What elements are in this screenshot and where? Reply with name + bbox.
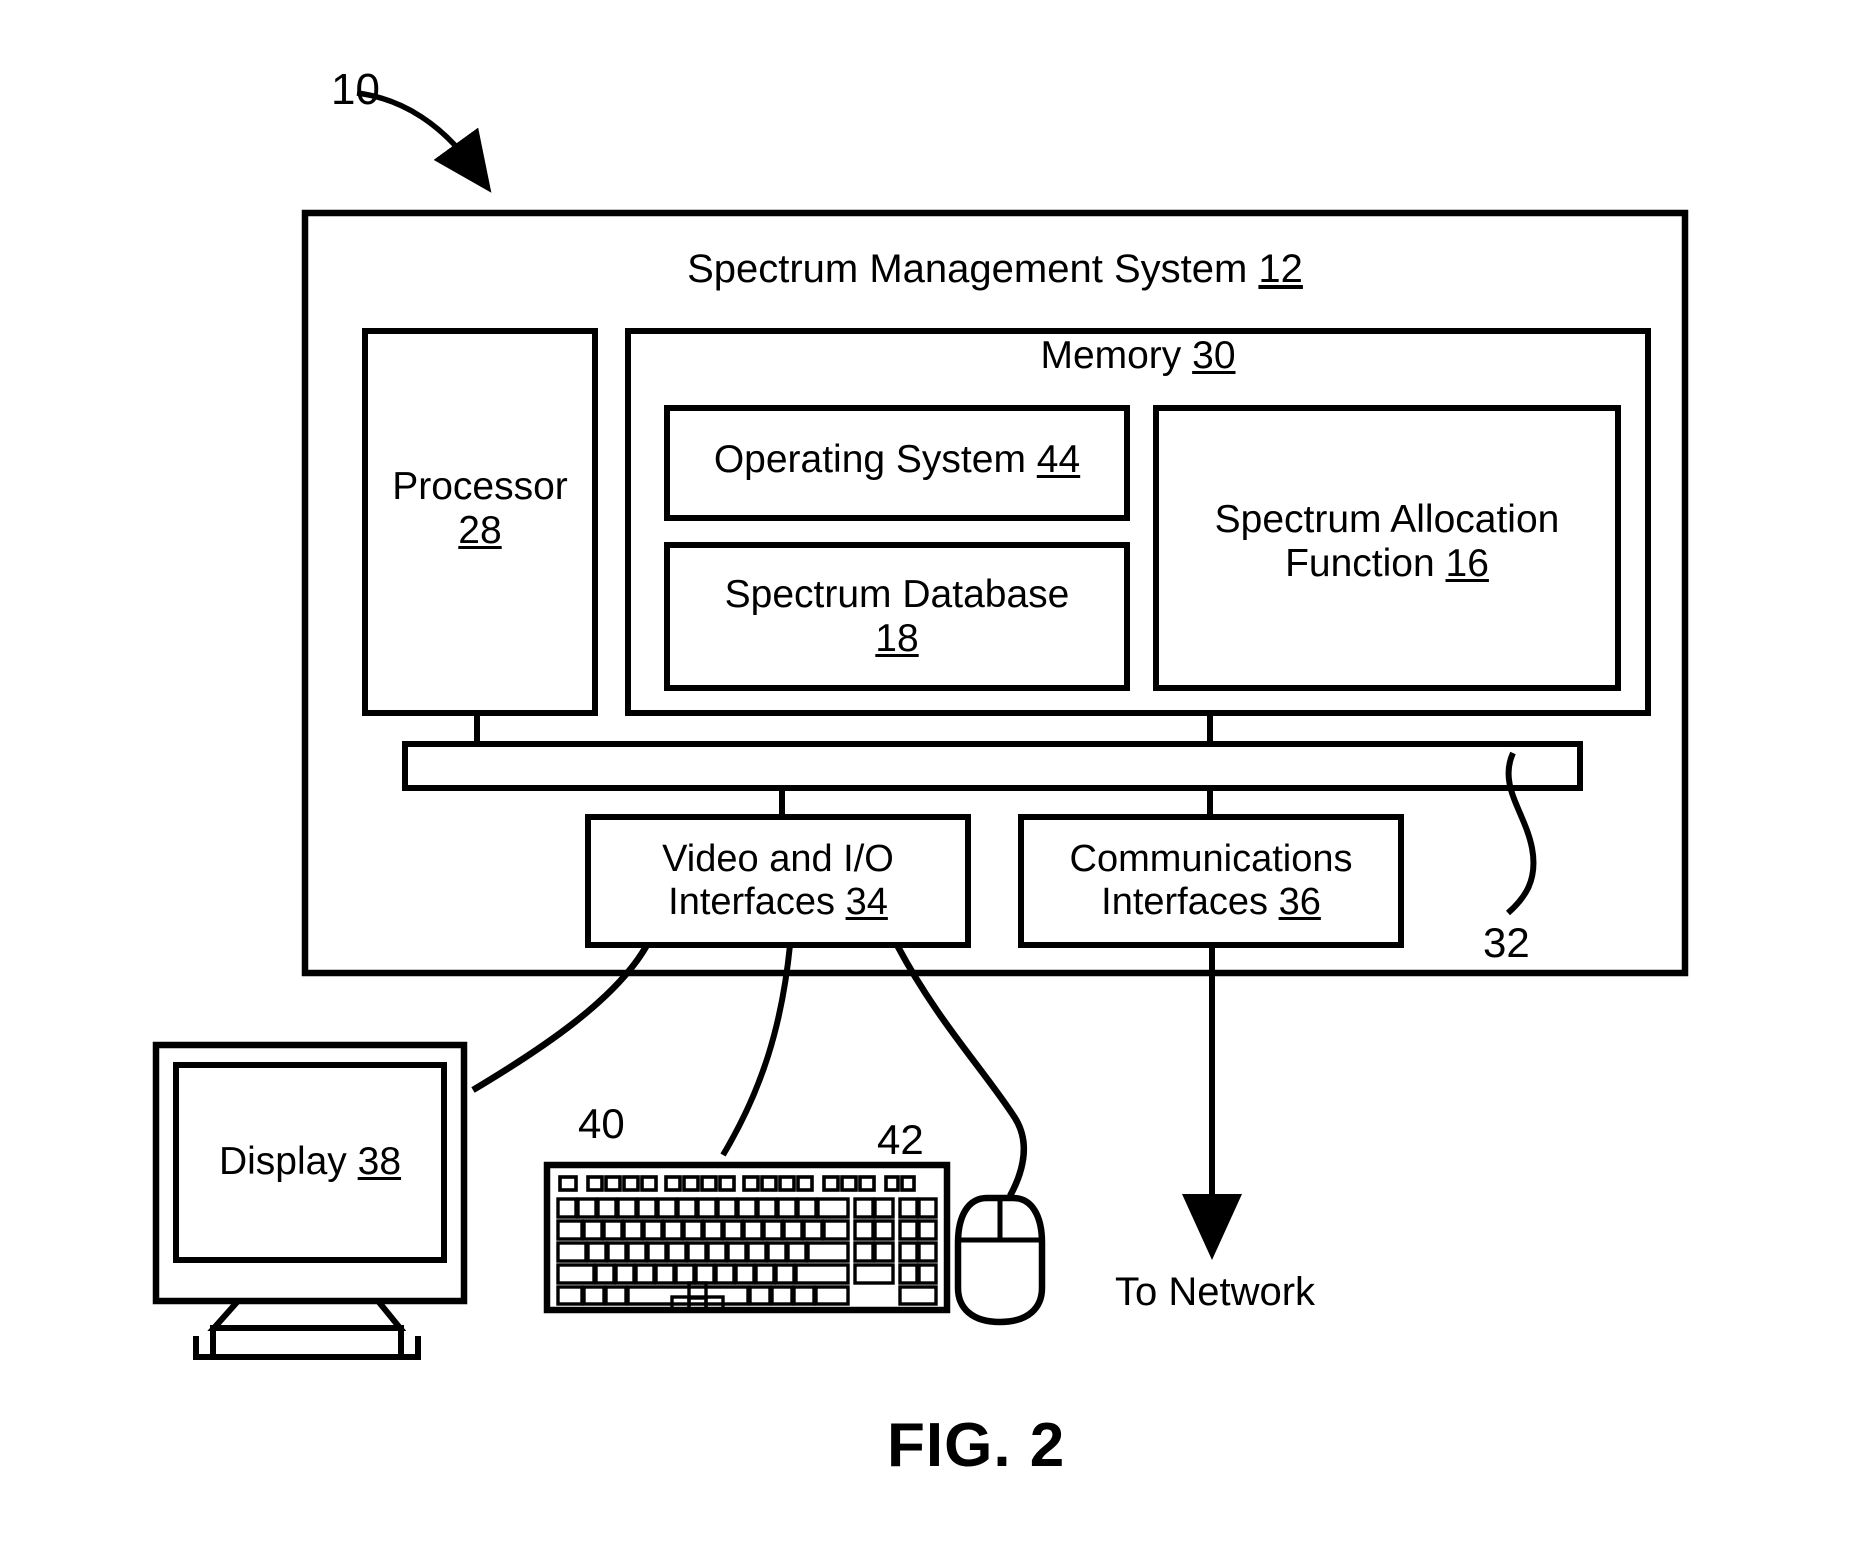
spectrum-allocation-ref: 16 [1445, 542, 1489, 586]
processor-label: Processor 28 [365, 465, 595, 554]
system-bus [402, 741, 1583, 791]
operating-system-label: Operating System 44 [667, 438, 1127, 482]
video-io-line1: Video and I/O [662, 838, 894, 880]
memory-title: Memory 30 [628, 334, 1648, 378]
keyboard-reference-40: 40 [578, 1100, 625, 1147]
operating-system-text: Operating System [713, 438, 1026, 481]
display-label: Display 38 [176, 1140, 444, 1184]
video-io-line2: Interfaces [668, 881, 836, 924]
figure-caption: FIG. 2 [887, 1411, 1066, 1480]
bus-reference-32: 32 [1483, 919, 1530, 966]
cable-keyboard [720, 944, 793, 1157]
display-label-text: Display [218, 1140, 347, 1183]
figure-linework [152, 90, 1689, 1360]
keyboard-numpad [898, 1197, 938, 1306]
system-title: Spectrum Management System 12 [305, 247, 1685, 293]
spectrum-database-label: Spectrum Database 18 [667, 573, 1127, 662]
video-io-ref: 34 [845, 881, 888, 924]
operating-system-ref: 44 [1036, 438, 1081, 481]
patent-figure: 10 Spectrum Management System 12 Process… [0, 0, 1849, 1551]
cable-display [471, 943, 650, 1093]
spectrum-database-text: Spectrum Database [724, 573, 1070, 616]
processor-ref: 28 [458, 509, 502, 553]
video-io-interfaces-label: Video and I/O Interfaces 34 [588, 838, 968, 925]
display-neck [207, 1299, 407, 1331]
processor-label-text: Processor [392, 465, 568, 508]
mouse-reference-42: 42 [877, 1116, 924, 1163]
communications-line1: Communications [1069, 838, 1353, 880]
system-title-ref: 12 [1258, 247, 1303, 291]
reference-10: 10 [331, 65, 380, 114]
communications-line2: Interfaces [1101, 881, 1269, 924]
reference-32-leader [1505, 751, 1537, 916]
display-ref: 38 [357, 1140, 402, 1183]
display-base-upper [210, 1325, 404, 1360]
to-network-label: To Network [1114, 1270, 1316, 1314]
display-base-flare [193, 1336, 421, 1360]
spectrum-allocation-line2: Function [1285, 542, 1435, 586]
spectrum-allocation-line1: Spectrum Allocation [1214, 498, 1560, 541]
communications-interfaces-label: Communications Interfaces 36 [1021, 838, 1401, 925]
communications-ref: 36 [1278, 881, 1321, 924]
spectrum-database-ref: 18 [875, 617, 919, 661]
spectrum-allocation-function-label: Spectrum Allocation Function 16 [1156, 498, 1618, 587]
keyboard-main-keys [556, 1197, 850, 1306]
system-title-text: Spectrum Management System [687, 247, 1248, 291]
memory-title-text: Memory [1040, 334, 1182, 377]
memory-title-ref: 30 [1192, 334, 1236, 377]
keyboard-function-row [558, 1175, 916, 1192]
